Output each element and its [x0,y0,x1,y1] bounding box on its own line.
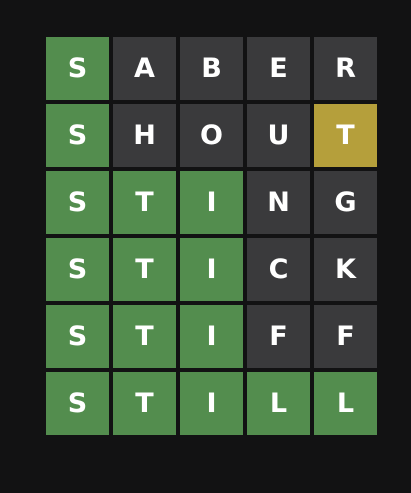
tile-r1-c1: S [46,37,109,100]
tile-r2-c5: T [314,104,377,167]
tile-r3-c4: N [247,171,310,234]
tile-r5-c4: F [247,305,310,368]
tile-r1-c4: E [247,37,310,100]
tile-r5-c3: I [180,305,243,368]
tile-r5-c5: F [314,305,377,368]
tile-r1-c5: R [314,37,377,100]
tile-r2-c3: O [180,104,243,167]
tile-r1-c2: A [113,37,176,100]
game-board: S A B E R S H O U T S T I N G S T I C K … [46,37,377,435]
tile-r6-c5: L [314,372,377,435]
tile-r5-c1: S [46,305,109,368]
tile-r4-c5: K [314,238,377,301]
tile-r6-c2: T [113,372,176,435]
tile-r3-c5: G [314,171,377,234]
tile-r1-c3: B [180,37,243,100]
tile-r4-c2: T [113,238,176,301]
tile-r6-c4: L [247,372,310,435]
tile-r3-c1: S [46,171,109,234]
tile-r2-c1: S [46,104,109,167]
tile-r4-c3: I [180,238,243,301]
tile-r3-c2: T [113,171,176,234]
tile-r2-c2: H [113,104,176,167]
tile-r4-c1: S [46,238,109,301]
tile-r6-c1: S [46,372,109,435]
tile-r4-c4: C [247,238,310,301]
tile-r3-c3: I [180,171,243,234]
tile-r6-c3: I [180,372,243,435]
tile-r5-c2: T [113,305,176,368]
tile-r2-c4: U [247,104,310,167]
